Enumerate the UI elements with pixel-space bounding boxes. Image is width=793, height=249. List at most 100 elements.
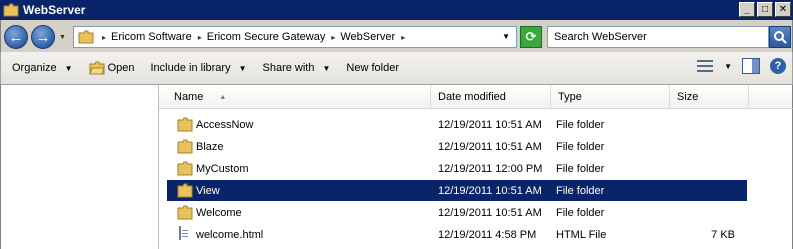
- column-name-label: Name: [174, 91, 204, 103]
- folder-icon: [78, 30, 94, 44]
- forward-arrow-icon: →: [35, 28, 51, 46]
- open-folder-icon: [88, 61, 105, 75]
- breadcrumb-label[interactable]: Ericom Secure Gateway: [207, 31, 326, 43]
- file-name: welcome.html: [196, 228, 264, 241]
- window-controls: _ □ ✕: [739, 2, 791, 17]
- column-header-date[interactable]: Date modified: [431, 85, 551, 109]
- minimize-icon: _: [744, 3, 750, 15]
- file-type: HTML File: [556, 228, 607, 241]
- column-size-label: Size: [677, 91, 699, 103]
- file-list: AccessNow 12/19/2011 10:51 AM File folde…: [159, 109, 793, 249]
- list-item[interactable]: AccessNow 12/19/2011 10:51 AM File folde…: [167, 114, 747, 135]
- recent-pages-dropdown[interactable]: ▼: [59, 34, 66, 41]
- breadcrumb-item[interactable]: ▸ WebServer: [331, 31, 395, 43]
- window-title: WebServer: [23, 3, 86, 17]
- list-item[interactable]: Welcome 12/19/2011 10:51 AM File folder: [167, 202, 747, 223]
- column-header-row: Name ▲ Date modified Type Size: [159, 85, 793, 109]
- include-in-library-button[interactable]: Include in library ▼: [142, 57, 254, 79]
- breadcrumb-item[interactable]: ▸ Ericom Secure Gateway: [198, 31, 326, 43]
- chevron-down-icon: ▼: [59, 34, 66, 41]
- new-folder-button[interactable]: New folder: [338, 57, 407, 79]
- search-button[interactable]: [769, 26, 791, 48]
- list-item-selected[interactable]: View 12/19/2011 10:51 AM File folder: [167, 180, 747, 201]
- chevron-down-icon: ▼: [238, 63, 247, 73]
- address-bar[interactable]: ▸ Ericom Software ▸ Ericom Secure Gatewa…: [73, 26, 517, 48]
- back-button[interactable]: ←: [4, 25, 28, 49]
- file-date: 12/19/2011 10:51 AM: [438, 206, 542, 219]
- file-type: File folder: [556, 162, 605, 175]
- help-icon[interactable]: ?: [770, 58, 786, 74]
- toolbar-right-group: ▼ ?: [696, 58, 786, 74]
- column-date-label: Date modified: [438, 91, 506, 103]
- column-header-size[interactable]: Size: [670, 85, 749, 109]
- search-input[interactable]: Search WebServer: [547, 26, 769, 48]
- open-label: Open: [107, 62, 135, 74]
- address-dropdown-icon[interactable]: ▼: [502, 32, 510, 41]
- file-date: 12/19/2011 10:51 AM: [438, 140, 542, 153]
- file-name: MyCustom: [196, 162, 249, 175]
- column-header-name[interactable]: Name ▲: [167, 85, 431, 109]
- refresh-icon: ⟳: [525, 29, 537, 44]
- file-date: 12/19/2011 10:51 AM: [438, 184, 542, 197]
- file-type: File folder: [556, 184, 605, 197]
- chevron-down-icon: ▼: [322, 63, 331, 73]
- share-with-button[interactable]: Share with ▼: [255, 57, 339, 79]
- breadcrumb-arrow-icon[interactable]: ▸: [331, 33, 335, 42]
- html-file-icon: [177, 226, 193, 242]
- file-date: 12/19/2011 4:58 PM: [438, 228, 537, 241]
- list-item[interactable]: welcome.html 12/19/2011 4:58 PM HTML Fil…: [167, 224, 747, 245]
- column-header-type[interactable]: Type: [551, 85, 670, 109]
- file-date: 12/19/2011 10:51 AM: [438, 118, 542, 131]
- search-placeholder: Search WebServer: [554, 31, 647, 43]
- folder-icon: [177, 161, 193, 176]
- file-name: AccessNow: [196, 118, 254, 131]
- back-arrow-icon: ←: [8, 28, 24, 46]
- include-label: Include in library: [150, 62, 231, 74]
- list-item[interactable]: Blaze 12/19/2011 10:51 AM File folder: [167, 136, 747, 157]
- list-item[interactable]: MyCustom 12/19/2011 12:00 PM File folder: [167, 158, 747, 179]
- command-bar: Organize ▼ Open Include in library ▼ Sha…: [0, 52, 793, 85]
- file-type: File folder: [556, 206, 605, 219]
- breadcrumb-item[interactable]: ▸: [401, 33, 410, 42]
- refresh-button[interactable]: ⟳: [520, 26, 542, 48]
- navigation-pane[interactable]: [0, 85, 159, 249]
- sort-ascending-icon: ▲: [219, 93, 227, 101]
- organize-label: Organize: [12, 62, 57, 74]
- share-label: Share with: [262, 62, 315, 74]
- file-name: Welcome: [196, 206, 242, 219]
- file-date: 12/19/2011 12:00 PM: [438, 162, 543, 175]
- address-row: ← → ▼ ▸ Ericom Software ▸ Ericom Secure …: [0, 20, 793, 52]
- file-size: 7 KB: [711, 228, 735, 241]
- view-options-icon[interactable]: [696, 58, 714, 74]
- file-type: File folder: [556, 118, 605, 131]
- close-icon: ✕: [778, 3, 788, 15]
- column-type-label: Type: [558, 91, 582, 103]
- breadcrumb-arrow-icon[interactable]: ▸: [102, 33, 106, 42]
- minimize-button[interactable]: _: [739, 2, 755, 17]
- folder-icon: [177, 139, 193, 154]
- close-button[interactable]: ✕: [775, 2, 791, 17]
- file-type: File folder: [556, 140, 605, 153]
- folder-icon: [177, 183, 193, 198]
- folder-icon: [177, 117, 193, 132]
- search-icon: [774, 31, 787, 44]
- breadcrumb-arrow-icon[interactable]: ▸: [198, 33, 202, 42]
- chevron-down-icon: ▼: [64, 63, 73, 73]
- new-folder-label: New folder: [346, 62, 399, 74]
- folder-icon: [177, 205, 193, 220]
- maximize-button[interactable]: □: [757, 2, 773, 17]
- forward-button[interactable]: →: [31, 25, 55, 49]
- maximize-icon: □: [761, 3, 769, 15]
- open-button[interactable]: Open: [81, 57, 143, 79]
- title-bar: WebServer _ □ ✕: [0, 0, 793, 20]
- breadcrumb-label[interactable]: Ericom Software: [111, 31, 192, 43]
- file-name: View: [196, 184, 220, 197]
- preview-pane-icon[interactable]: [742, 58, 760, 74]
- breadcrumb-item[interactable]: ▸ Ericom Software: [102, 31, 192, 43]
- view-dropdown-icon[interactable]: ▼: [724, 62, 732, 71]
- breadcrumb-arrow-icon[interactable]: ▸: [401, 33, 405, 42]
- folder-icon: [3, 3, 19, 17]
- breadcrumb-label[interactable]: WebServer: [340, 31, 395, 43]
- organize-button[interactable]: Organize ▼: [4, 57, 81, 79]
- file-name: Blaze: [196, 140, 224, 153]
